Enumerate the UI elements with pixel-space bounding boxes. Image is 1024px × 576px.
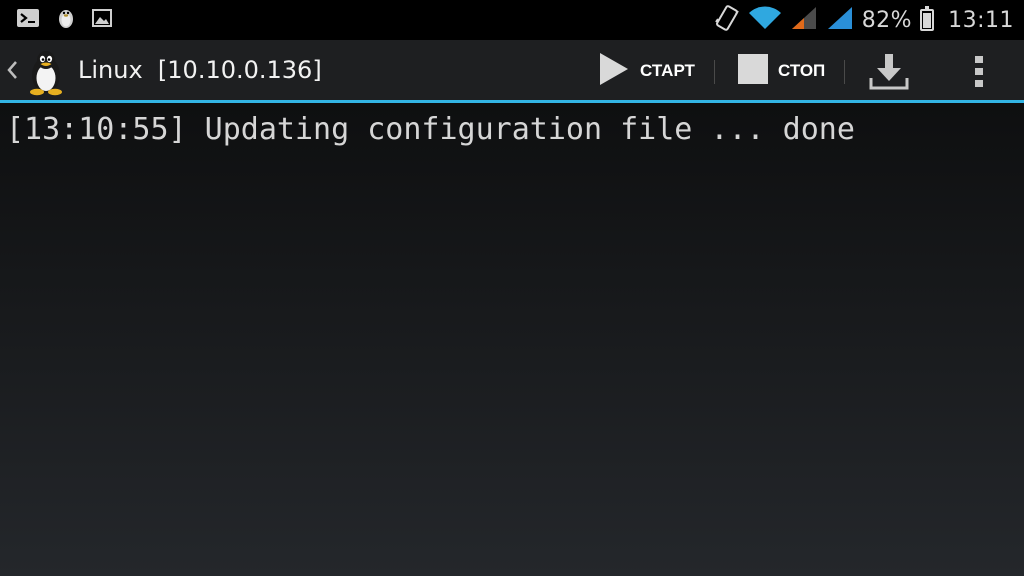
stop-button-label: СТОП — [778, 61, 826, 80]
clock: 13:11 — [948, 7, 1014, 33]
download-icon[interactable] — [868, 52, 910, 92]
start-button[interactable]: СТАРТ — [598, 48, 695, 94]
notification-area — [16, 9, 112, 31]
system-icons: 82% 13:11 — [714, 4, 1014, 36]
battery-percent: 82% — [861, 7, 913, 33]
signal-sim1-icon — [790, 5, 818, 35]
vibrate-icon — [714, 4, 740, 36]
terminal-icon — [16, 8, 40, 32]
play-icon — [598, 52, 630, 91]
stop-icon — [738, 53, 768, 89]
tux-icon — [56, 7, 76, 33]
log-line: [13:10:55] Updating configuration file .… — [6, 112, 855, 147]
tux-app-icon[interactable] — [22, 48, 70, 96]
toolbar-divider — [844, 60, 845, 84]
console-output[interactable]: [13:10:55] Updating configuration file .… — [0, 103, 1024, 576]
image-icon — [92, 9, 112, 31]
wifi-icon — [748, 5, 782, 35]
start-button-label: СТАРТ — [640, 61, 695, 80]
battery-icon — [920, 6, 935, 31]
back-chevron-icon[interactable] — [4, 56, 20, 84]
stop-button[interactable]: СТОП — [738, 48, 825, 94]
status-bar: 82% 13:11 — [0, 0, 1024, 40]
page-title: Linux [10.10.0.136] — [78, 56, 322, 84]
signal-sim2-icon — [826, 5, 854, 35]
overflow-menu-icon[interactable] — [968, 54, 990, 90]
toolbar-divider — [714, 60, 715, 84]
